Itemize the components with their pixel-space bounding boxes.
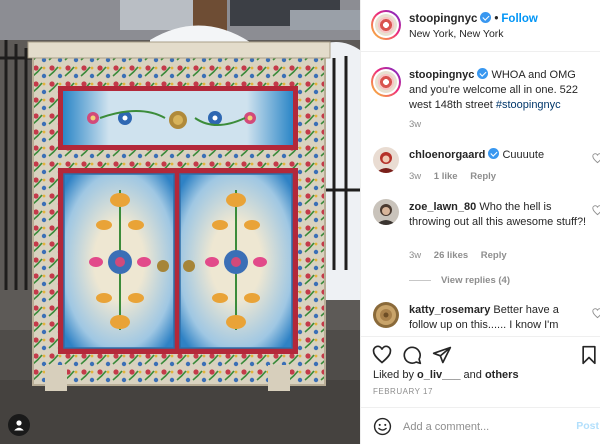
caption-age: 3w [409,119,422,130]
comment-username[interactable]: katty_rosemary [409,304,490,316]
liked-others[interactable]: others [485,369,519,381]
tagged-user-icon[interactable] [8,414,30,436]
action-bar [361,336,600,370]
post-side-panel: stoopingnyc • Follow New York, New York st… [360,0,600,444]
comment-age: 3w [409,250,422,261]
verified-badge-icon [480,12,492,23]
liked-by-summary: Liked by o_liv___ and others [373,369,519,381]
post-location[interactable]: New York, New York [409,28,504,40]
add-comment-bar: Post [361,407,600,444]
liked-user[interactable]: o_liv___ [417,369,460,381]
post-header: stoopingnyc • Follow New York, New York [361,0,600,52]
smiley-icon[interactable] [373,417,392,436]
verified-badge-icon [477,68,489,79]
comments-list[interactable]: stoopingnyc WHOA and OMG and you're welc… [361,53,600,335]
post-comment-button[interactable]: Post [576,420,599,432]
paper-plane-icon[interactable] [432,345,452,365]
caption-avatar[interactable] [371,67,401,97]
bookmark-icon[interactable] [579,345,599,365]
comment-text: Cuuuute [502,149,545,161]
liked-prefix: Liked by [373,369,414,381]
view-replies-button[interactable]: View replies (4) [409,275,510,286]
heart-icon[interactable] [592,308,600,319]
post-photo[interactable] [0,0,360,444]
liked-and: and [463,369,482,381]
commenter-avatar[interactable] [373,147,399,173]
painted-cabinet-photo [0,0,360,444]
comment-icon[interactable] [402,345,422,365]
comment-reply-button[interactable]: Reply [470,171,496,182]
caption-username[interactable]: stoopingnyc [409,69,474,81]
comment-age: 3w [409,171,422,182]
comment-username[interactable]: zoe_lawn_80 [409,201,476,213]
author-username[interactable]: stoopingnyc [409,13,477,25]
heart-icon[interactable] [592,153,600,164]
separator-dot: • [494,13,499,25]
comment-reply-button[interactable]: Reply [481,250,507,261]
heart-icon[interactable] [372,345,392,365]
commenter-avatar[interactable] [373,302,399,328]
heart-icon[interactable] [592,205,600,216]
verified-badge-icon [488,148,500,159]
comment-likes[interactable]: 26 likes [434,250,468,261]
comment-likes[interactable]: 1 like [434,171,458,182]
follow-button[interactable]: Follow [501,13,537,25]
comment-username[interactable]: chloenorgaard [409,149,485,161]
commenter-avatar[interactable] [373,199,399,225]
add-comment-input[interactable] [403,417,553,436]
caption-hashtag[interactable]: #stoopingnyc [496,99,561,111]
user-icon [14,420,24,431]
post-date[interactable]: February 17 [373,387,433,396]
author-avatar[interactable] [371,10,401,40]
